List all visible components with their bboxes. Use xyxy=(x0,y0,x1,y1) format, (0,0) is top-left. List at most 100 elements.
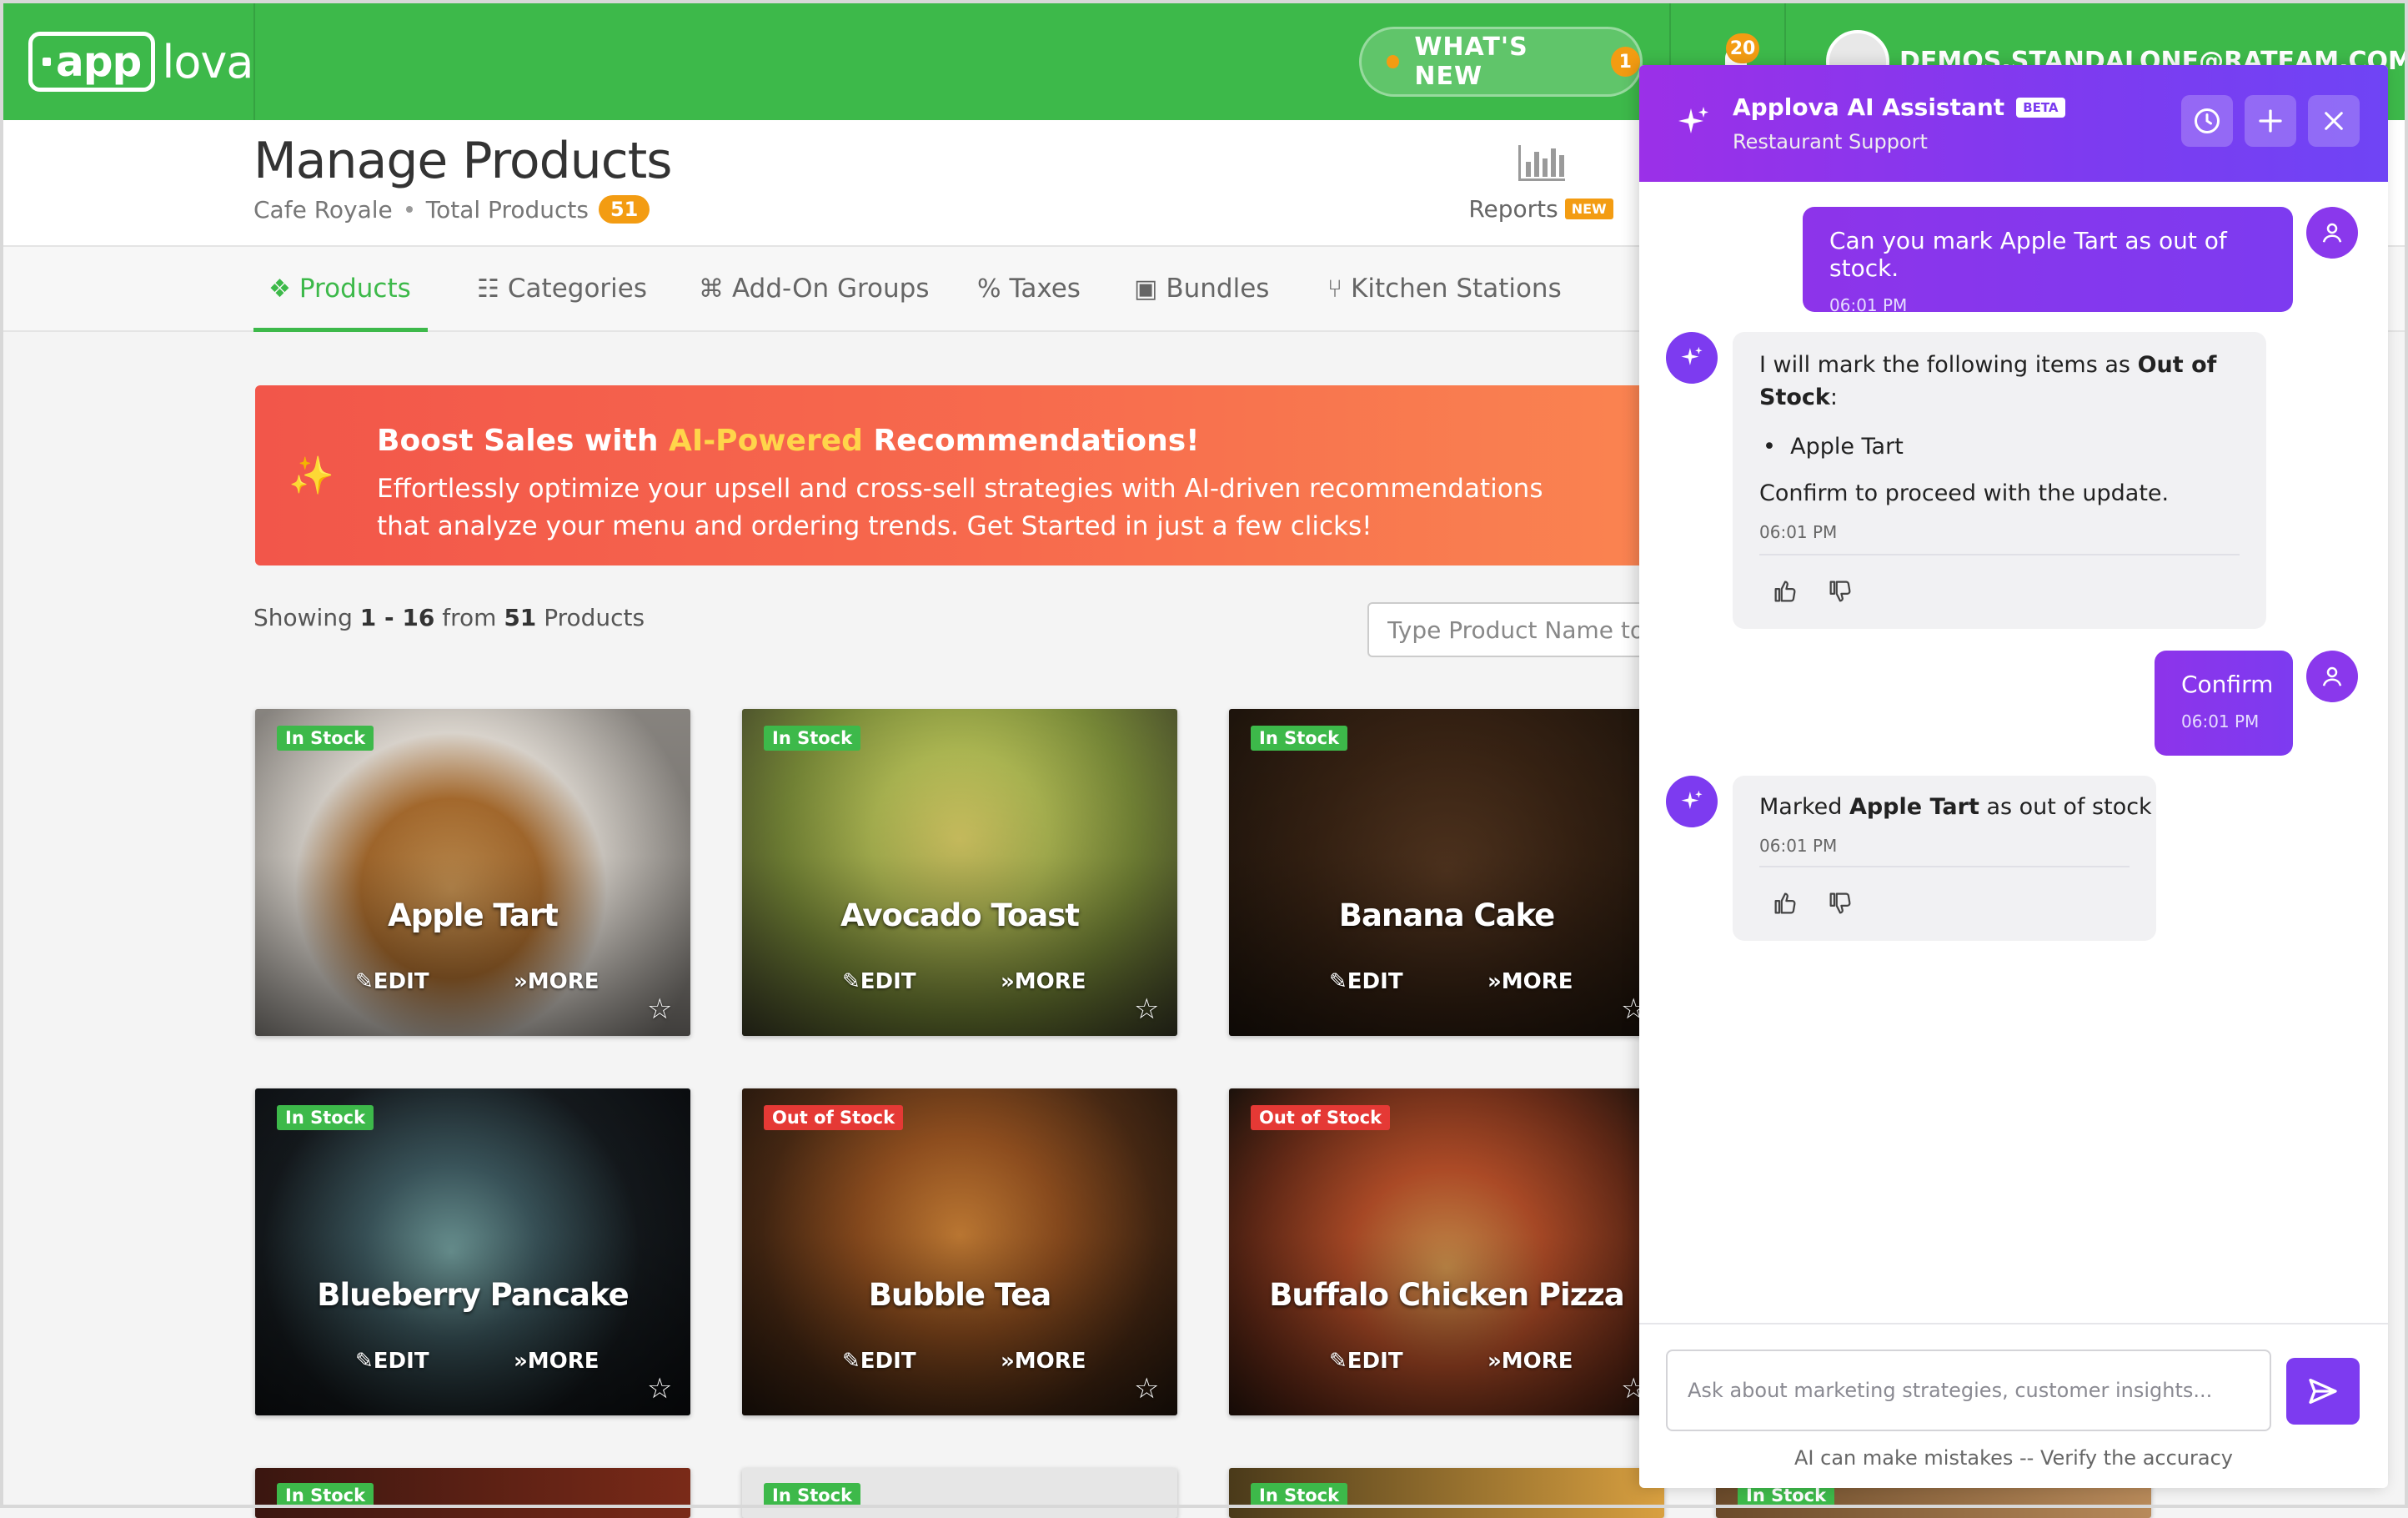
banner-heading-post: Recommendations! xyxy=(862,424,1200,458)
card-shade xyxy=(255,709,690,1036)
edit-button[interactable]: ✎EDIT xyxy=(842,969,916,994)
ai-chat-input[interactable] xyxy=(1666,1350,2271,1431)
person-icon xyxy=(2322,666,2342,686)
product-card[interactable]: In Stock Blueberry Pancake ✎EDIT »MORE ☆ xyxy=(255,1088,690,1415)
favorite-star-icon[interactable]: ☆ xyxy=(1134,1372,1159,1405)
message-text: Confirm xyxy=(2181,671,2274,698)
total-products-label: Total Products xyxy=(425,195,589,224)
message-time: 06:01 PM xyxy=(1829,295,1908,315)
favorite-star-icon[interactable]: ☆ xyxy=(647,993,672,1026)
product-name: Blueberry Pancake xyxy=(317,1277,629,1313)
ai-sparkle-icon xyxy=(1681,790,1703,810)
more-label: MORE xyxy=(1014,1349,1086,1374)
thumbs-up-icon[interactable] xyxy=(1771,889,1799,917)
person-icon xyxy=(2322,223,2342,243)
send-button[interactable] xyxy=(2286,1358,2360,1425)
showing-label: Showing xyxy=(253,604,353,631)
whats-new-count: 1 xyxy=(1611,47,1640,77)
product-card[interactable]: In Stock Avocado Toast ✎EDIT »MORE ☆ xyxy=(742,709,1177,1036)
ai-assistant-title: Applova AI Assistant BETA xyxy=(1733,93,2065,121)
whats-new-button[interactable]: WHAT'S NEW 1 xyxy=(1359,27,1643,97)
history-button[interactable] xyxy=(2181,95,2233,147)
tab-label: Taxes xyxy=(1009,274,1081,304)
edit-icon: ✎ xyxy=(1329,1349,1347,1374)
chevron-down-icon: » xyxy=(514,969,528,994)
product-name: Apple Tart xyxy=(388,897,559,933)
bullet-dot: • xyxy=(1763,434,1791,460)
message-text: I will mark the following items as Out o… xyxy=(1759,349,2243,414)
message-text: Can you mark Apple Tart as out of stock. xyxy=(1829,227,2227,282)
logo-mark: app xyxy=(28,32,156,92)
notifications-count-badge: 20 xyxy=(1726,33,1759,63)
favorite-star-icon[interactable]: ☆ xyxy=(647,1372,672,1405)
product-card[interactable]: In Stock xyxy=(742,1468,1177,1518)
edit-button[interactable]: ✎EDIT xyxy=(355,1349,429,1374)
reports-button[interactable]: Reports NEW xyxy=(1468,142,1613,223)
ai-assistant-panel: Applova AI Assistant BETA Restaurant Sup… xyxy=(1639,65,2388,1488)
product-card[interactable]: In Stock xyxy=(255,1468,690,1518)
showing-total: 51 xyxy=(504,604,537,631)
message-text: Marked Apple Tart as out of stock xyxy=(1759,791,2152,823)
user-message: Can you mark Apple Tart as out of stock.… xyxy=(1803,207,2293,315)
tab-categories[interactable]: ☷ Categories xyxy=(477,247,647,330)
clock-icon xyxy=(2195,108,2220,133)
message-time: 06:01 PM xyxy=(1759,522,1838,542)
tab-add-on-groups[interactable]: ⌘ Add-On Groups xyxy=(699,247,930,330)
banner-heading-pre: Boost Sales with xyxy=(377,424,669,458)
tab-kitchen-stations[interactable]: ⑂ Kitchen Stations xyxy=(1327,247,1562,330)
total-products-count: 51 xyxy=(598,195,650,224)
divider xyxy=(1759,866,2130,867)
tab-label: Products xyxy=(298,274,411,304)
user-avatar-icon xyxy=(2306,651,2358,702)
card-shade xyxy=(742,709,1177,1036)
divider xyxy=(1759,554,2240,555)
thumbs-down-icon[interactable] xyxy=(1826,889,1854,917)
user-avatar-icon xyxy=(2306,207,2358,259)
thumbs-down-icon[interactable] xyxy=(1826,577,1854,606)
sparkle-icon: ✨ xyxy=(288,455,334,497)
card-shade xyxy=(1229,1088,1664,1415)
ai-disclaimer: AI can make mistakes -- Verify the accur… xyxy=(1794,1446,2233,1470)
product-card[interactable]: In Stock Apple Tart ✎EDIT »MORE ☆ xyxy=(255,709,690,1036)
product-card[interactable]: Out of Stock Bubble Tea ✎EDIT »MORE ☆ xyxy=(742,1088,1177,1415)
logo-dot xyxy=(43,58,51,66)
more-button[interactable]: »MORE xyxy=(1001,969,1086,994)
message-outro: Confirm to proceed with the update. xyxy=(1759,480,2170,506)
tab-label: Add-On Groups xyxy=(732,274,930,304)
page-title: Manage Products xyxy=(253,132,672,190)
edit-button[interactable]: ✎EDIT xyxy=(842,1349,916,1374)
more-button[interactable]: »MORE xyxy=(514,969,599,994)
more-button[interactable]: »MORE xyxy=(1487,969,1573,994)
edit-button[interactable]: ✎EDIT xyxy=(1329,1349,1403,1374)
more-label: MORE xyxy=(527,1349,599,1374)
card-shade xyxy=(742,1088,1177,1415)
puzzle-icon: ⌘ xyxy=(699,274,724,304)
edit-button[interactable]: ✎EDIT xyxy=(355,969,429,994)
edit-button[interactable]: ✎EDIT xyxy=(1329,969,1403,994)
message-time: 06:01 PM xyxy=(1759,836,1838,856)
logo-text-app: app xyxy=(56,38,142,86)
product-name: Banana Cake xyxy=(1338,897,1556,933)
send-icon xyxy=(2309,1379,2337,1404)
tab-products[interactable]: ❖ Products xyxy=(253,247,428,332)
tab-taxes[interactable]: % Taxes xyxy=(977,247,1081,330)
applova-logo[interactable]: app lova xyxy=(28,32,253,92)
message-pre: Marked xyxy=(1759,794,1849,820)
chevron-down-icon: » xyxy=(1001,1349,1015,1374)
tab-bundles[interactable]: ▣ Bundles xyxy=(1134,247,1269,330)
product-card[interactable]: Out of Stock Buffalo Chicken Pizza ✎EDIT… xyxy=(1229,1088,1664,1415)
new-chat-button[interactable] xyxy=(2245,95,2296,147)
more-button[interactable]: »MORE xyxy=(1001,1349,1086,1374)
thumbs-up-icon[interactable] xyxy=(1771,577,1799,606)
stock-badge: Out of Stock xyxy=(764,1105,904,1130)
user-message: Confirm 06:01 PM xyxy=(2155,651,2293,756)
product-card[interactable]: In Stock xyxy=(1229,1468,1664,1518)
product-card[interactable]: In Stock Banana Cake ✎EDIT »MORE ☆ xyxy=(1229,709,1664,1036)
close-panel-button[interactable] xyxy=(2308,95,2360,147)
more-button[interactable]: »MORE xyxy=(1487,1349,1573,1374)
favorite-star-icon[interactable]: ☆ xyxy=(1134,993,1159,1026)
beta-badge: BETA xyxy=(2016,97,2065,118)
more-button[interactable]: »MORE xyxy=(514,1349,599,1374)
more-label: MORE xyxy=(1501,969,1573,994)
showing-suffix: Products xyxy=(544,604,645,631)
